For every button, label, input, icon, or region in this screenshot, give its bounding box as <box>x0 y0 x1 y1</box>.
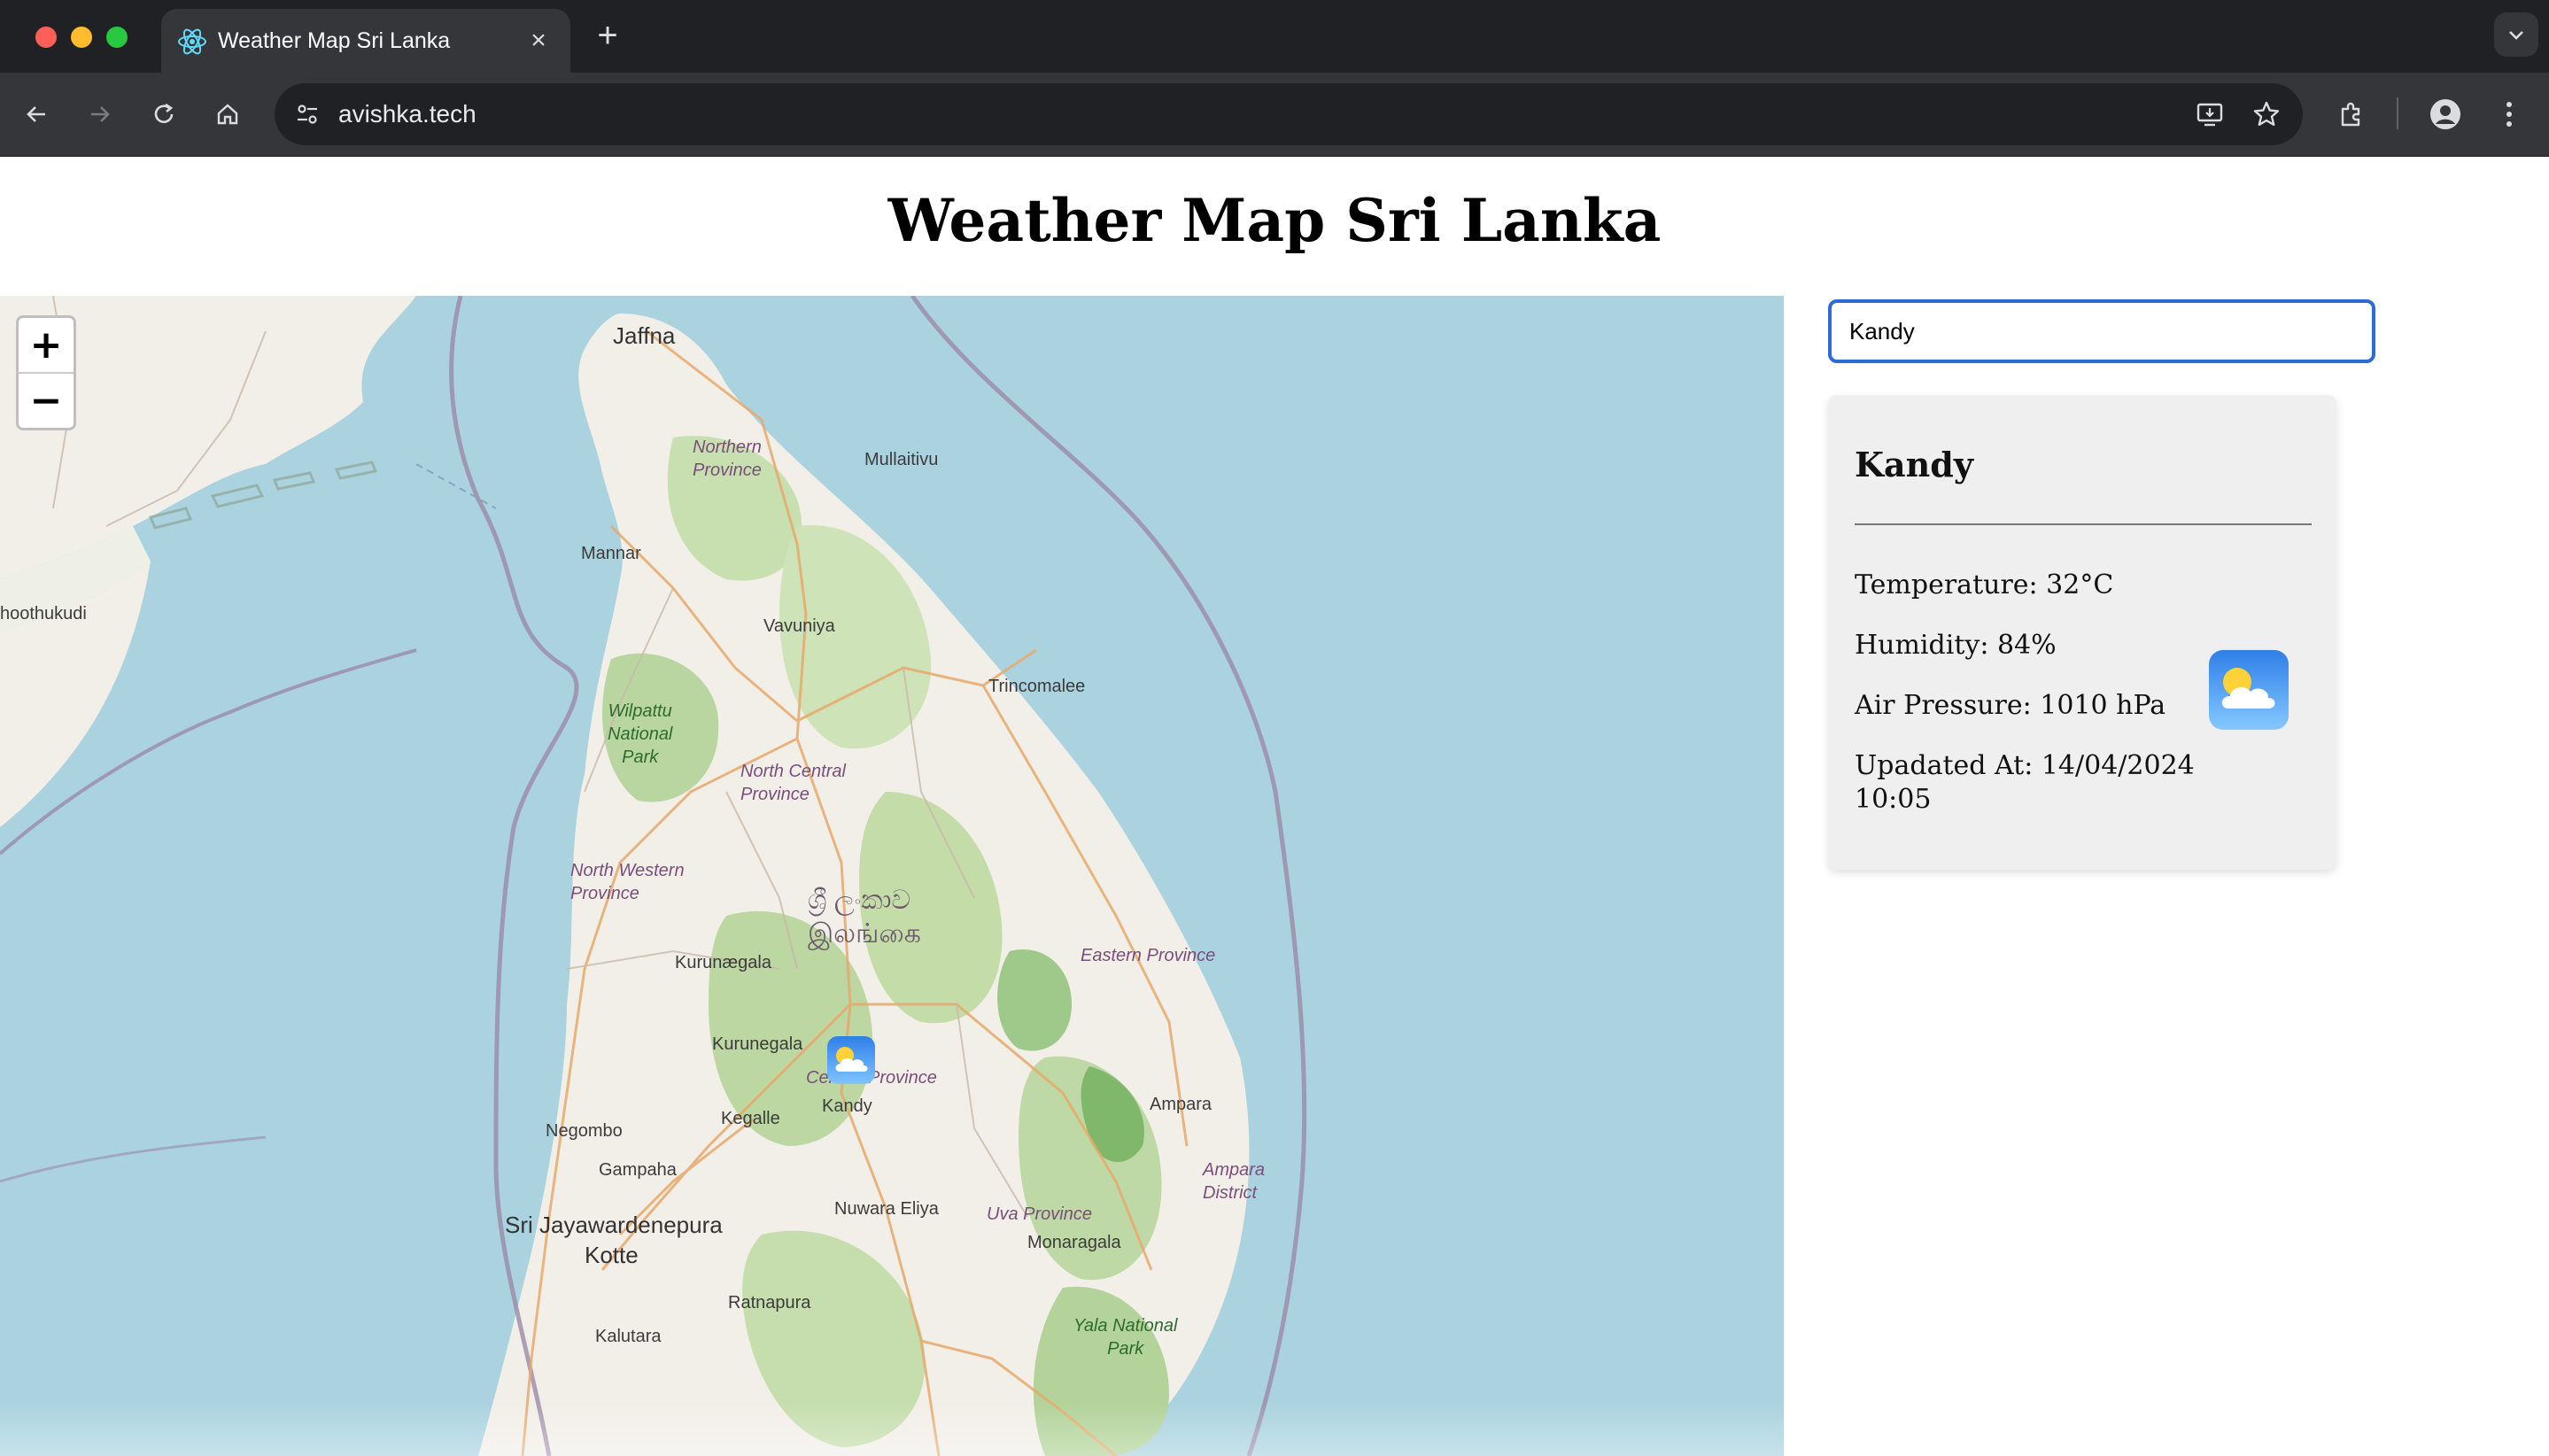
park-line: Yala National <box>1073 1316 1178 1336</box>
tab-search-button[interactable] <box>2494 12 2538 57</box>
map-label-kurunegala-small: Kurunægala <box>675 953 771 972</box>
map-label-ratnapura: Ratnapura <box>728 1293 811 1313</box>
weather-card: Kandy Temperature: 32°C Humidity: 84% Ai… <box>1828 395 2336 870</box>
map-label-negombo: Negombo <box>546 1121 623 1141</box>
map-label-gampaha: Gampaha <box>599 1160 677 1180</box>
province-line: North Western <box>570 861 685 880</box>
browser-tab-bar: Weather Map Sri Lanka × + <box>0 0 2549 73</box>
window-zoom-button[interactable] <box>106 27 128 48</box>
map-label-nuwara-eliya: Nuwara Eliya <box>834 1199 939 1219</box>
map-label-northern-province: Northern Province <box>693 436 762 482</box>
map-label-sri-jayawardenepura-kotte: Sri Jayawardenepura Kotte <box>505 1210 723 1270</box>
map-label-kalutara: Kalutara <box>595 1327 662 1346</box>
map-label-wilpattu: Wilpattu National Park <box>608 700 672 769</box>
map-label-ampara-district: Ampara District <box>1203 1158 1265 1204</box>
address-bar[interactable]: avishka.tech <box>275 83 2303 145</box>
country-tamil: இலங்கை <box>808 919 921 949</box>
park-line: Park <box>1107 1339 1144 1359</box>
map-label-trincomalee: Trincomalee <box>988 677 1086 696</box>
updated-at-time: 10:05 <box>1855 784 1932 815</box>
zoom-in-button[interactable]: + <box>19 318 74 374</box>
city-search-input[interactable] <box>1828 299 2375 363</box>
map-label-monaragala: Monaragala <box>1027 1233 1121 1252</box>
weather-map[interactable]: + − Jaffna Mullaitivu Mannar Vavuniya Tr… <box>0 296 1784 1456</box>
province-line: North Central <box>740 762 846 781</box>
map-label-thoothukudi: hoothukudi <box>0 604 87 623</box>
close-tab-icon[interactable]: × <box>521 23 556 58</box>
site-info-icon[interactable] <box>289 96 326 133</box>
map-label-mullaitivu: Mullaitivu <box>864 450 939 469</box>
map-label-kandy: Kandy <box>822 1096 872 1116</box>
district-line: District <box>1203 1183 1258 1203</box>
updated-at-text: Upadated At: 14/04/2024 10:05 <box>1855 749 2195 817</box>
updated-at-line: Upadated At: 14/04/2024 <box>1855 750 2195 781</box>
install-app-icon[interactable] <box>2189 94 2230 135</box>
back-icon[interactable] <box>16 94 57 135</box>
map-label-vavuniya: Vavuniya <box>763 616 835 636</box>
map-label-uva-province: Uva Province <box>987 1204 1092 1224</box>
province-line: Northern <box>693 438 762 457</box>
temperature-text: Temperature: 32°C <box>1855 569 2114 600</box>
home-icon[interactable] <box>207 94 248 135</box>
new-tab-icon[interactable]: + <box>588 16 627 55</box>
window-minimize-button[interactable] <box>71 27 92 48</box>
park-line: Wilpattu <box>608 701 672 721</box>
kandy-weather-marker-icon[interactable] <box>827 1036 875 1084</box>
url-text: avishka.tech <box>338 100 476 128</box>
map-label-jaffna: Jaffna <box>613 322 676 349</box>
map-label-country-native: ශ්‍රී ලංකාව இலங்கை <box>808 884 921 951</box>
bookmark-star-icon[interactable] <box>2246 94 2287 135</box>
map-label-eastern-province: Eastern Province <box>1081 946 1216 965</box>
chevron-down-icon <box>2509 31 2523 40</box>
district-line: Ampara <box>1203 1160 1266 1180</box>
city-line: Sri Jayawardenepura <box>505 1212 723 1238</box>
province-line: Province <box>570 884 639 903</box>
map-label-north-central-province: North Central Province <box>740 760 846 806</box>
map-label-kegalle: Kegalle <box>721 1109 780 1128</box>
tab-title: Weather Map Sri Lanka <box>218 28 451 53</box>
forward-icon[interactable] <box>80 94 120 135</box>
browser-toolbar: avishka.tech <box>0 73 2549 157</box>
browser-tab-active[interactable]: Weather Map Sri Lanka × <box>161 9 570 73</box>
park-line: National <box>608 724 673 744</box>
map-label-mannar: Mannar <box>581 544 641 563</box>
zoom-out-button[interactable]: − <box>19 374 74 428</box>
country-sinhala: ශ්‍රී ලංකාව <box>808 886 911 915</box>
browser-menu-icon[interactable] <box>2489 94 2530 135</box>
page-title: Weather Map Sri Lanka <box>887 186 1662 255</box>
map-label-ampara: Ampara <box>1150 1095 1213 1114</box>
park-line: Park <box>622 747 659 767</box>
react-favicon-icon <box>178 28 206 55</box>
window-close-button[interactable] <box>35 27 57 48</box>
extensions-icon[interactable] <box>2331 94 2372 135</box>
city-line: Kotte <box>585 1242 639 1268</box>
map-label-yala-park: Yala National Park <box>1073 1314 1177 1360</box>
province-line: Province <box>740 785 810 804</box>
humidity-text: Humidity: 84% <box>1855 630 2057 661</box>
card-divider <box>1855 523 2312 525</box>
card-city-name: Kandy <box>1855 445 1973 484</box>
reload-icon[interactable] <box>143 94 184 135</box>
partly-cloudy-icon <box>2209 650 2289 730</box>
toolbar-divider <box>2397 97 2398 129</box>
map-label-north-western-province: North Western Province <box>570 859 685 905</box>
province-line: Province <box>693 461 762 480</box>
pressure-text: Air Pressure: 1010 hPa <box>1855 690 2166 721</box>
map-label-kurunegala: Kurunegala <box>712 1034 803 1054</box>
zoom-control: + − <box>16 315 76 430</box>
profile-avatar-icon[interactable] <box>2425 94 2466 135</box>
